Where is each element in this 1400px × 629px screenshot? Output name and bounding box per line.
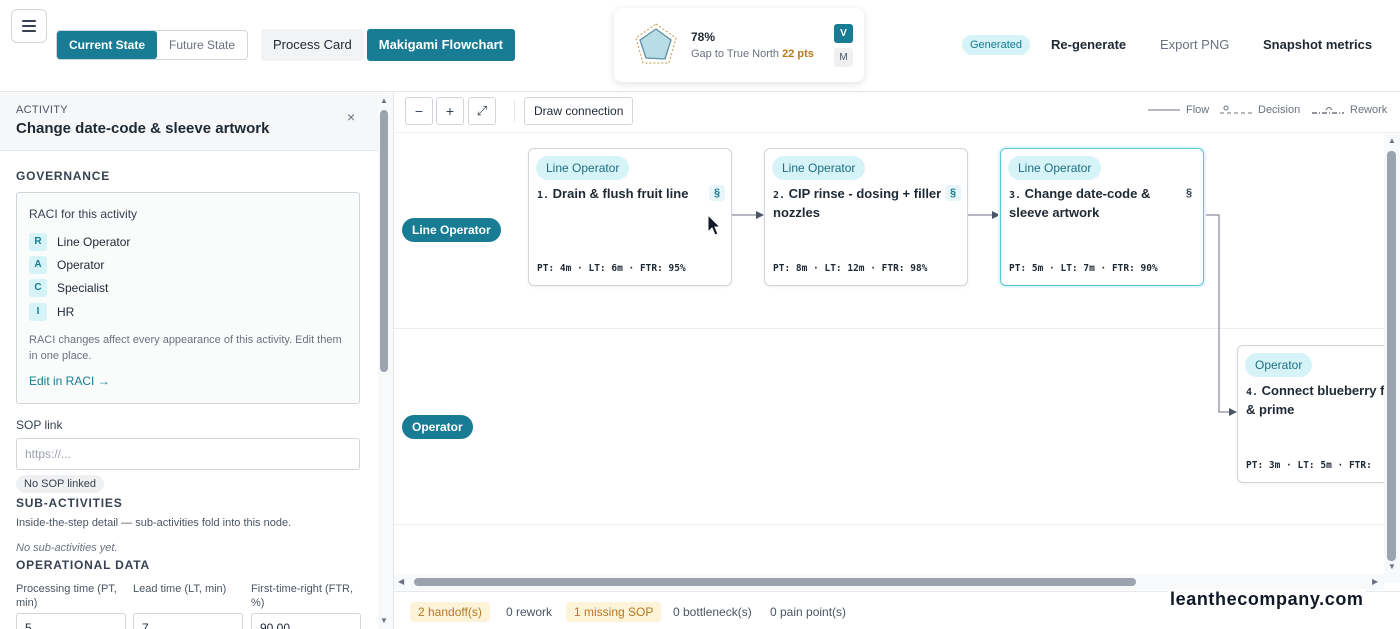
menu-button[interactable] <box>11 9 47 43</box>
node-lane-badge: Line Operator <box>1008 156 1102 180</box>
sop-icon[interactable]: § <box>709 185 725 201</box>
raci-row: R Line Operator <box>29 233 130 251</box>
activity-title: Change date-code & sleeve artwork <box>16 120 270 137</box>
raci-row: I HR <box>29 303 74 321</box>
view-v-badge[interactable]: V <box>834 24 853 43</box>
current-state-button[interactable]: Current State <box>57 31 158 59</box>
score-percent: 78% <box>691 30 716 44</box>
raci-letter: C <box>29 279 47 297</box>
raci-letter: A <box>29 256 47 274</box>
node-lane-badge: Line Operator <box>536 156 630 180</box>
pt-input[interactable] <box>16 613 126 629</box>
view-tabs: Process Card Makigami Flowchart <box>261 29 515 61</box>
node-title: 2. CIP rinse - dosing + filler nozzles <box>773 186 942 220</box>
raci-panel: RACI for this activity R Line Operator A… <box>16 192 360 404</box>
raci-note: RACI changes affect every appearance of … <box>29 334 342 362</box>
raci-title: RACI for this activity <box>29 207 138 221</box>
node-metrics: PT: 3m · LT: 5m · FTR: <box>1246 460 1372 471</box>
ftr-label: First-time-right (FTR, %) <box>251 583 354 609</box>
raci-role: Line Operator <box>57 235 131 249</box>
canvas-horizontal-scroll-thumb[interactable] <box>414 578 1136 586</box>
node-metrics: PT: 8m · LT: 12m · FTR: 98% <box>773 263 928 274</box>
pain-points-count[interactable]: 0 pain point(s) <box>770 602 846 622</box>
raci-role: Specialist <box>57 281 109 295</box>
operational-data-heading: OPERATIONAL DATA <box>16 558 150 572</box>
scroll-up-icon[interactable]: ▲ <box>380 96 388 105</box>
sop-link-label: SOP link <box>16 418 63 432</box>
true-north-score-card[interactable]: 78% Gap to True North 22 pts V M <box>614 8 864 82</box>
gap-value: 22 pts <box>782 48 814 60</box>
lt-label: Lead time (LT, min) <box>133 583 227 595</box>
node-lane-badge: Line Operator <box>772 156 866 180</box>
snapshot-metrics-button[interactable]: Snapshot metrics <box>1263 37 1372 52</box>
activity-node[interactable]: Operator 4. Connect blueberry f & prime P… <box>1237 345 1384 483</box>
view-m-badge[interactable]: M <box>834 48 853 67</box>
sub-activities-empty: No sub-activities yet. <box>16 542 118 554</box>
activity-node-selected[interactable]: Line Operator 3. Change date-code & slee… <box>1000 148 1204 286</box>
sop-icon[interactable]: § <box>1181 185 1197 201</box>
canvas-vertical-scroll-thumb[interactable] <box>1387 151 1396 561</box>
raci-letter: I <box>29 303 47 321</box>
activity-node[interactable]: Line Operator 2. CIP rinse - dosing + fi… <box>764 148 968 286</box>
lt-input[interactable] <box>133 613 243 629</box>
generated-badge: Generated <box>962 35 1030 55</box>
handoffs-count[interactable]: 2 handoff(s) <box>410 602 490 622</box>
sidebar-header: ACTIVITY Change date-code & sleeve artwo… <box>0 92 378 151</box>
node-lane-badge: Operator <box>1245 353 1313 377</box>
edit-in-raci-link[interactable]: Edit in RACI → <box>29 374 110 388</box>
scroll-left-icon[interactable]: ◀ <box>398 577 404 586</box>
sop-link-input[interactable] <box>16 438 360 470</box>
close-icon[interactable]: × <box>347 109 355 125</box>
governance-heading: GOVERNANCE <box>16 169 111 183</box>
export-png-button[interactable]: Export PNG <box>1160 37 1229 52</box>
node-metrics: PT: 5m · LT: 7m · FTR: 90% <box>1009 263 1158 274</box>
radar-chart-icon <box>635 23 677 64</box>
node-metrics: PT: 4m · LT: 6m · FTR: 95% <box>537 263 686 274</box>
raci-letter: R <box>29 233 47 251</box>
regenerate-button[interactable]: Re-generate <box>1051 37 1126 52</box>
tab-makigami-flowchart[interactable]: Makigami Flowchart <box>366 29 515 61</box>
flow-arrow[interactable] <box>1205 214 1237 416</box>
tab-process-card[interactable]: Process Card <box>261 29 364 61</box>
sub-activities-heading: SUB-ACTIVITIES <box>16 496 123 510</box>
ftr-input[interactable] <box>251 613 361 629</box>
scroll-right-icon[interactable]: ▶ <box>1372 577 1378 586</box>
brand-watermark: leanthecompany.com <box>1168 589 1366 610</box>
node-title: 1. Drain & flush fruit line <box>537 186 689 201</box>
hamburger-icon <box>22 20 36 22</box>
app-header: Current State Future State Process Card … <box>0 0 1400 92</box>
raci-row: C Specialist <box>29 279 108 297</box>
sub-activities-description: Inside-the-step detail — sub-activities … <box>16 517 292 529</box>
missing-sop-count[interactable]: 1 missing SOP <box>566 602 662 622</box>
node-title: 4. Connect blueberry f & prime <box>1246 383 1384 417</box>
gap-to-true-north: Gap to True North 22 pts <box>691 48 814 60</box>
pt-label: Processing time (PT, min) <box>16 583 117 609</box>
activity-sidebar: ACTIVITY Change date-code & sleeve artwo… <box>0 92 394 629</box>
activity-node[interactable]: Line Operator 1. Drain & flush fruit lin… <box>528 148 732 286</box>
state-toggle: Current State Future State <box>56 30 249 60</box>
raci-role: Operator <box>57 258 105 272</box>
scroll-up-icon[interactable]: ▲ <box>1388 136 1396 145</box>
bottlenecks-count[interactable]: 0 bottleneck(s) <box>673 602 752 622</box>
sidebar-scroll-thumb[interactable] <box>380 110 388 372</box>
flowchart-canvas[interactable]: − + ⤢ Draw connection Flow Decision Rewo… <box>394 92 1400 629</box>
sidebar-kicker: ACTIVITY <box>16 104 68 116</box>
rework-count[interactable]: 0 rework <box>506 602 552 622</box>
node-title: 3. Change date-code & sleeve artwork <box>1009 186 1151 220</box>
raci-role: HR <box>57 305 75 319</box>
future-state-button[interactable]: Future State <box>157 31 247 59</box>
raci-row: A Operator <box>29 256 104 274</box>
scroll-down-icon[interactable]: ▼ <box>1388 562 1396 571</box>
mouse-cursor-icon <box>707 214 722 236</box>
sop-status-badge: No SOP linked <box>16 475 104 493</box>
sop-icon[interactable]: § <box>945 185 961 201</box>
scroll-down-icon[interactable]: ▼ <box>380 616 388 625</box>
